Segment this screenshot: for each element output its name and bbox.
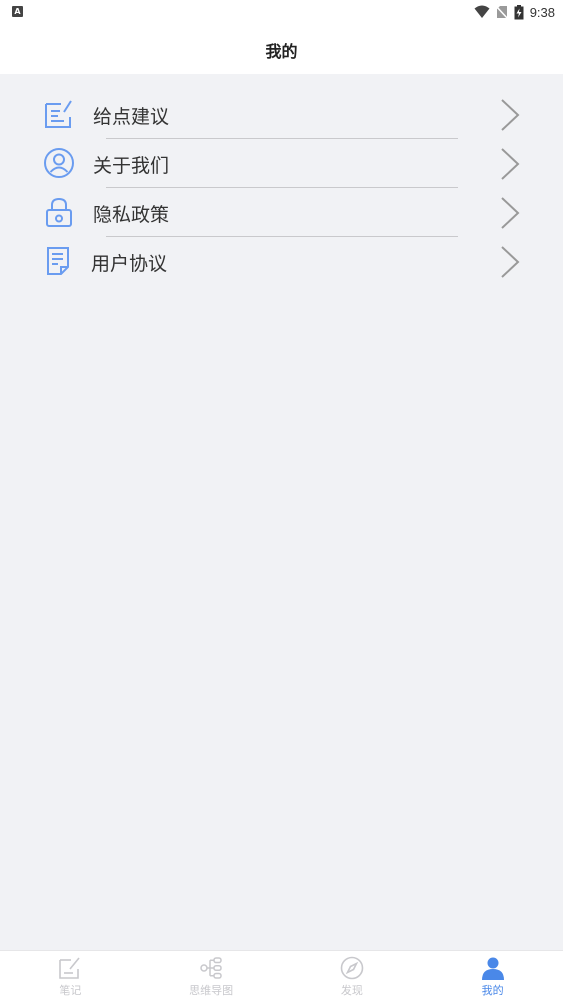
- page-title: 我的: [265, 42, 298, 61]
- mindmap-icon: [200, 957, 222, 979]
- chevron-right-icon: [501, 246, 520, 278]
- menu-item-label: 给点建议: [93, 106, 170, 128]
- lock-icon: [46, 197, 72, 227]
- menu-item-user-agreement[interactable]: 用户协议: [0, 237, 563, 286]
- chevron-right-icon: [501, 99, 520, 131]
- tab-label: 思维导图: [189, 984, 234, 997]
- header: 我的: [0, 24, 563, 74]
- status-bar: A 9:38: [0, 0, 563, 24]
- tab-mindmap[interactable]: 思维导图: [141, 951, 282, 1002]
- menu-item-privacy-policy[interactable]: 隐私政策: [0, 188, 563, 237]
- edit-note-icon: [45, 100, 72, 128]
- tab-label: 发现: [340, 984, 363, 997]
- status-icons: 9:38: [474, 3, 555, 21]
- menu-item-label: 用户协议: [91, 253, 168, 275]
- chevron-right-icon: [501, 197, 520, 229]
- note-icon: [59, 957, 80, 979]
- bottom-nav: 笔记 思维导图 发现 我的: [0, 950, 563, 1002]
- menu-item-label: 隐私政策: [93, 204, 170, 226]
- person-icon: [481, 957, 504, 980]
- wifi-icon: [474, 5, 490, 18]
- chevron-right-icon: [501, 148, 520, 180]
- tab-discover[interactable]: 发现: [282, 951, 423, 1002]
- app-notification-icon: A: [12, 6, 23, 17]
- battery-charging-icon: [514, 4, 524, 19]
- tab-label: 笔记: [59, 984, 82, 997]
- menu-item-feedback[interactable]: 给点建议: [0, 90, 563, 139]
- compass-icon: [340, 956, 364, 980]
- tab-notes[interactable]: 笔记: [0, 951, 141, 1002]
- tab-mine[interactable]: 我的: [422, 951, 563, 1002]
- no-sim-icon: [495, 5, 508, 19]
- settings-menu: 给点建议 关于我们 隐私政策 用户协议: [0, 90, 563, 286]
- clock: 9:38: [529, 4, 555, 20]
- menu-item-label: 关于我们: [93, 155, 170, 177]
- user-circle-icon: [44, 148, 74, 178]
- document-icon: [47, 247, 69, 275]
- menu-item-about-us[interactable]: 关于我们: [0, 139, 563, 188]
- tab-label: 我的: [481, 984, 504, 997]
